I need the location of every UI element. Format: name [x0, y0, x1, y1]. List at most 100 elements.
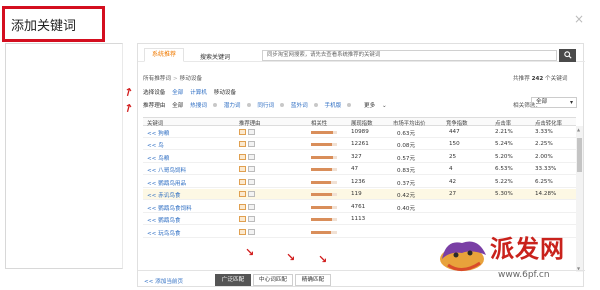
impressions-cell: 1236	[351, 178, 366, 185]
table-row[interactable]: << 狗粮 10989 0.63元 447 2.21% 3.33%	[143, 127, 576, 138]
table-row[interactable]: << 鹦鹉鸟食 1113	[143, 214, 576, 225]
tab-bar: 系统推荐 搜索关键词 同步淘宝网搜索，请先去查看系统推荐的关键词	[138, 44, 585, 62]
cvr-cell: 2.25%	[535, 141, 553, 147]
impressions-cell: 119	[351, 191, 362, 197]
breadcrumb-root[interactable]: 所有推荐词	[143, 76, 171, 82]
keyword-cell[interactable]: << 鸟	[147, 141, 164, 149]
table-row[interactable]: << 鸟粮 327 0.57元 25 5.20% 2.00%	[143, 152, 576, 163]
watermark: 派发网 www.6pf.cn	[436, 225, 596, 287]
close-icon[interactable]: ×	[574, 12, 584, 26]
scrollbar-thumb[interactable]	[577, 138, 582, 172]
relevance-bar	[311, 143, 332, 146]
device-filter-label: 选择设备	[143, 90, 166, 96]
annotation-arrow: ↗	[121, 100, 136, 117]
impressions-cell: 10989	[351, 128, 369, 135]
ctr-cell: 5.24%	[495, 141, 513, 147]
avg-bid-cell: 0.37元	[397, 180, 416, 187]
impressions-cell: 1113	[351, 216, 366, 222]
add-keyword-dialog: 添加关键词 × 系统推荐 搜索关键词 同步淘宝网搜索，请先去查看系统推荐的关键词…	[0, 0, 600, 290]
info-icon	[212, 103, 217, 107]
avg-bid-cell: 0.08元	[397, 143, 416, 149]
reason-filter-row: 推荐理由 全部 热搜词 潜力词 同行词 蓝外词 手机版 更多 ⌄	[143, 101, 397, 109]
annotation-arrow: ↘	[286, 251, 296, 264]
tab-search-keyword[interactable]: 搜索关键词	[200, 52, 230, 61]
reason-option-hot[interactable]: 热搜词	[190, 103, 217, 109]
mobile-tag-icon	[248, 203, 255, 210]
reason-option-potential[interactable]: 潜力词	[224, 103, 251, 109]
cvr-cell: 2.00%	[535, 153, 553, 160]
reason-tags	[239, 166, 257, 173]
info-icon	[313, 103, 318, 107]
annotation-arrow: ↘	[318, 253, 328, 266]
dialog-title-text: 添加关键词	[11, 18, 77, 34]
relevance-select[interactable]: 全部 ▾	[531, 97, 577, 108]
ctr-cell: 2.21%	[495, 128, 513, 135]
avg-bid-cell: 0.40元	[397, 205, 416, 212]
phrase-match-button[interactable]: 中心词匹配	[253, 274, 293, 286]
keyword-cell[interactable]: << 狗粮	[147, 129, 169, 137]
reason-tags	[239, 228, 257, 236]
ctr-cell: 5.22%	[495, 178, 513, 185]
keyword-cell[interactable]: << 鹦鹉鸟用品	[147, 179, 186, 187]
caret-down-icon: ▾	[569, 99, 573, 106]
cvr-cell: 14.28%	[535, 191, 557, 197]
hot-tag-icon	[239, 216, 246, 222]
keyword-cell[interactable]: << 鸟粮	[147, 154, 169, 162]
search-icon	[563, 51, 572, 59]
logo-icon	[440, 241, 486, 271]
broad-match-button[interactable]: 广泛匹配	[215, 274, 251, 286]
mobile-tag-icon	[248, 191, 255, 197]
add-current-page-button[interactable]: << 添加当前页	[144, 277, 183, 285]
table-row[interactable]: << 鹦鹉鸟用品 1236 0.37元 42 5.22% 6.25%	[143, 177, 576, 188]
keyword-cell[interactable]: << 赤讥鸟食	[147, 191, 181, 199]
keyword-cell[interactable]: << 鹦鹉鸟食	[147, 216, 181, 224]
impressions-cell: 12261	[351, 141, 369, 147]
reason-option-peer[interactable]: 同行词	[257, 103, 285, 109]
impressions-cell: 47	[351, 166, 359, 172]
search-input[interactable]: 同步淘宝网搜索，请先去查看系统推荐的关键词	[262, 50, 557, 61]
info-icon	[280, 103, 285, 107]
table-row[interactable]: << 八哥鸟饲料 47 0.83元 4 6.53% 33.33%	[143, 164, 576, 175]
competition-cell: 27	[449, 191, 457, 197]
reason-tags	[239, 216, 257, 223]
total-suffix: 个关键词	[545, 76, 568, 82]
mobile-tag-icon	[248, 128, 255, 135]
annotation-arrow: ↘	[245, 246, 255, 259]
reason-tags	[239, 141, 257, 148]
table-row[interactable]: << 鹦鹉鸟食饲料 4761 0.40元	[143, 202, 576, 213]
mobile-tag-icon	[248, 228, 255, 235]
competition-cell: 42	[449, 178, 457, 185]
reason-tags	[239, 178, 257, 186]
hot-tag-icon	[239, 203, 246, 210]
exact-match-button[interactable]: 精确匹配	[295, 274, 331, 286]
device-option-computer[interactable]: 计算机	[190, 90, 207, 96]
reason-filter-label: 推荐理由	[143, 103, 166, 109]
chevron-down-icon: ⌄	[382, 103, 387, 109]
competition-cell: 150	[449, 141, 460, 147]
table-row[interactable]: << 鸟 12261 0.08元 150 5.24% 2.25%	[143, 139, 576, 150]
keyword-cell[interactable]: << 八哥鸟饲料	[147, 166, 186, 174]
hot-tag-icon	[239, 166, 246, 172]
relevance-bar	[311, 205, 332, 209]
reason-option-mobile[interactable]: 手机版	[324, 103, 352, 109]
mobile-tag-icon	[248, 166, 255, 172]
reason-option-all[interactable]: 全部	[172, 103, 183, 109]
device-option-mobile[interactable]: 移动设备	[214, 90, 236, 96]
table-header: 关键词 推荐理由 相关性 展现指数 市场平均出价 竞争指数 点击率 点击转化率	[143, 117, 576, 127]
avg-bid-cell: 0.83元	[397, 168, 416, 174]
relevance-bar	[311, 155, 334, 159]
scroll-up-icon[interactable]: ▲	[577, 127, 580, 132]
reason-option-blue[interactable]: 蓝外词	[291, 103, 318, 109]
relevance-bar	[311, 230, 331, 234]
table-row[interactable]: << 赤讥鸟食 119 0.42元 27 5.30% 14.28%	[143, 189, 576, 200]
impressions-cell: 4761	[351, 203, 366, 210]
tab-system-recommend[interactable]: 系统推荐	[144, 48, 184, 62]
info-icon	[246, 103, 251, 107]
device-option-all[interactable]: 全部	[172, 90, 183, 96]
cvr-cell: 33.33%	[535, 166, 557, 172]
search-button[interactable]	[559, 49, 576, 62]
more-dropdown[interactable]: 更多 ⌄	[364, 103, 392, 109]
hot-tag-icon	[239, 141, 246, 147]
keyword-cell[interactable]: << 鹦鹉鸟食饲料	[147, 204, 192, 212]
keyword-cell[interactable]: << 玩鸟鸟食	[147, 229, 181, 237]
